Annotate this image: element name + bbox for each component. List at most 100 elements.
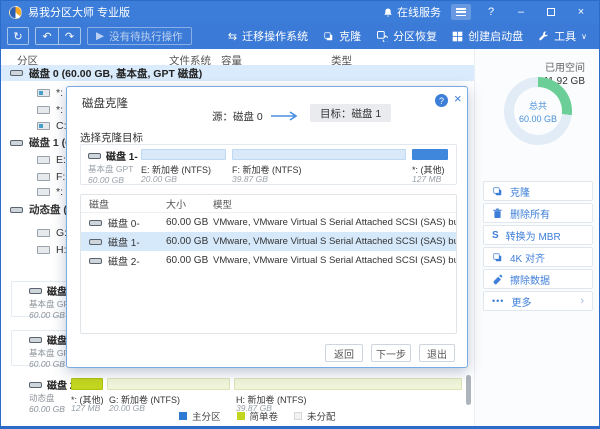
disk-table-header: 磁盘 大小 模型 xyxy=(81,195,456,213)
dialog-title: 磁盘克隆 xyxy=(82,95,128,111)
refresh-button[interactable]: ↻ xyxy=(7,27,29,45)
minimize-button[interactable]: – xyxy=(511,4,531,20)
sidebar-convert-mbr-button[interactable]: S 转换为 MBR xyxy=(483,225,593,245)
disk-clone-dialog: 磁盘克隆 ? × 源：磁盘 0 目标：磁盘 1 选择克隆目标 磁盘 1- 基本盘… xyxy=(66,86,468,368)
arrow-right-icon xyxy=(270,108,300,126)
drive-icon xyxy=(37,229,50,237)
tree-item-volume[interactable]: *: xyxy=(37,104,63,116)
next-button[interactable]: 下一步 xyxy=(371,344,411,362)
disk-icon xyxy=(10,207,23,213)
clone-icon xyxy=(323,31,334,42)
unallocated-swatch xyxy=(294,412,302,420)
chevron-down-icon: ∨ xyxy=(581,32,587,41)
simple-swatch xyxy=(237,412,245,420)
clone-toolbar-button[interactable]: 克隆 xyxy=(323,28,361,44)
preview-partition-other[interactable] xyxy=(412,149,448,160)
partition-recovery-label: 分区恢复 xyxy=(393,28,437,44)
migrate-icon: ⇆ xyxy=(228,30,237,43)
online-service-button[interactable]: 在线服务 xyxy=(383,4,441,20)
target-disk-chip: 目标：磁盘 1 xyxy=(310,104,391,122)
tools-menu-button[interactable]: 工具 ∨ xyxy=(538,28,587,44)
preview-partition-e[interactable] xyxy=(141,149,226,160)
sidebar-clone-button[interactable]: 克隆 xyxy=(483,181,593,201)
online-service-label: 在线服务 xyxy=(397,4,441,20)
tree-item-volume[interactable]: *: xyxy=(37,186,63,198)
refresh-icon: ↻ xyxy=(13,30,22,43)
select-target-label: 选择克隆目标 xyxy=(80,130,143,145)
disk2-partition-g[interactable] xyxy=(107,378,230,390)
maximize-icon xyxy=(547,8,555,16)
menu-button[interactable] xyxy=(451,4,471,20)
close-button[interactable]: × xyxy=(571,4,591,20)
tree-disk0-row[interactable]: 磁盘 0 (60.00 GB, 基本盘, GPT 磁盘) xyxy=(1,65,474,81)
partition-size: 127 MB xyxy=(71,403,100,413)
preview-partition-f[interactable] xyxy=(232,149,406,160)
eraser-icon xyxy=(492,274,503,285)
header-model: 模型 xyxy=(213,197,456,211)
help-icon: ? xyxy=(439,96,444,106)
sidebar-delete-all-button[interactable]: 删除所有 xyxy=(483,203,593,223)
pending-operations-button[interactable]: ▶ 没有待执行操作 xyxy=(87,27,192,45)
convert-icon: S xyxy=(492,230,499,241)
tree-item-volume[interactable]: C: xyxy=(37,120,67,132)
disk-table-row-0[interactable]: 磁盘 0- 60.00 GB VMware, VMware Virtual S … xyxy=(81,213,456,232)
scrollbar-thumb[interactable] xyxy=(466,375,471,405)
partition-size: 39.87 GB xyxy=(232,174,268,184)
sidebar-erase-data-button[interactable]: 擦除数据 xyxy=(483,269,593,289)
app-logo-icon xyxy=(9,6,22,19)
legend-unallocated: 未分配 xyxy=(294,409,336,423)
bell-icon xyxy=(383,7,393,18)
disk2-partition-other[interactable] xyxy=(71,378,103,390)
toolbar: ↻ ↶ ↷ ▶ 没有待执行操作 ⇆ 迁移操作系统 克隆 分区恢复 创建 xyxy=(1,23,599,49)
partition-recovery-button[interactable]: 分区恢复 xyxy=(376,28,437,44)
drive-icon xyxy=(37,156,50,164)
minimize-icon: – xyxy=(518,7,524,18)
primary-swatch xyxy=(179,412,187,420)
pending-operations-label: 没有待执行操作 xyxy=(109,29,183,44)
disk-icon xyxy=(10,70,23,76)
dialog-close-button[interactable]: × xyxy=(454,92,462,105)
disk-icon xyxy=(29,382,42,388)
maximize-button[interactable] xyxy=(541,4,561,20)
drive-icon xyxy=(37,246,50,254)
more-dots-icon: ••• xyxy=(492,296,504,306)
disk-icon xyxy=(10,140,23,146)
drive-icon xyxy=(37,106,50,114)
align-icon xyxy=(492,252,503,263)
create-boot-disk-button[interactable]: 创建启动盘 xyxy=(452,28,523,44)
migrate-os-button[interactable]: ⇆ 迁移操作系统 xyxy=(228,28,308,44)
disk-table-row-1-selected[interactable]: 磁盘 1- 60.00 GB VMware, VMware Virtual S … xyxy=(81,232,456,251)
boot-disk-icon xyxy=(452,31,463,42)
disk-icon xyxy=(88,153,101,159)
back-button[interactable]: 返回 xyxy=(325,344,363,362)
undo-button[interactable]: ↶ xyxy=(36,28,58,44)
redo-button[interactable]: ↷ xyxy=(58,28,80,44)
tree-item-volume[interactable]: *: xyxy=(37,87,63,99)
partition-size: 20.00 GB xyxy=(141,174,177,184)
sidebar-more-button[interactable]: ••• 更多 › xyxy=(483,291,593,311)
disk-table-row-2[interactable]: 磁盘 2- 60.00 GB VMware, VMware Virtual S … xyxy=(81,251,456,270)
main-area: 分区 文件系统 容量 类型 磁盘 0 (60.00 GB, 基本盘, GPT 磁… xyxy=(1,49,599,427)
undo-icon: ↶ xyxy=(36,30,58,43)
trash-icon xyxy=(492,208,503,219)
used-space-label: 已用空间 xyxy=(545,63,585,74)
exit-button[interactable]: 退出 xyxy=(419,344,455,362)
drive-icon xyxy=(37,122,50,130)
drive-icon xyxy=(37,173,50,181)
undo-redo-group: ↶ ↷ xyxy=(35,27,81,45)
help-button[interactable]: ? xyxy=(481,4,501,20)
dialog-help-button[interactable]: ? xyxy=(435,94,448,107)
disk-icon xyxy=(29,337,42,343)
partition-size: 127 MB xyxy=(412,174,441,184)
disk-usage-donut: 总共 60.00 GB xyxy=(504,77,572,145)
sidebar-4k-align-button[interactable]: 4K 对齐 xyxy=(483,247,593,267)
redo-icon: ↷ xyxy=(59,30,80,43)
disk2-partition-h[interactable] xyxy=(234,378,462,390)
help-icon: ? xyxy=(488,7,494,18)
drive-icon xyxy=(37,89,50,97)
legend: 主分区 简单卷 未分配 xyxy=(179,409,336,423)
total-label: 总共 xyxy=(529,99,547,112)
wrench-icon xyxy=(538,31,549,42)
migrate-os-label: 迁移操作系统 xyxy=(242,28,308,44)
play-icon: ▶ xyxy=(96,30,104,42)
